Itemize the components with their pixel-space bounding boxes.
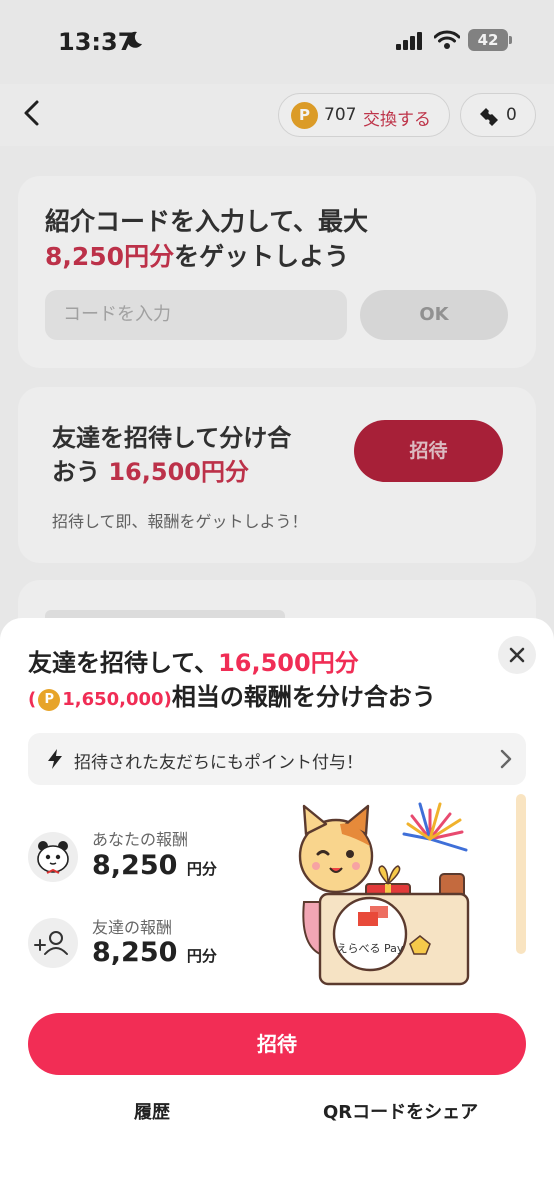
your-reward-label: あなたの報酬	[92, 830, 189, 849]
history-link[interactable]: 履歴	[134, 1098, 170, 1124]
notice-banner[interactable]: 招待された友だちにもポイント付与！	[28, 733, 526, 785]
pay-logo-text: えらべる Pay	[337, 942, 404, 955]
lightning-icon	[48, 749, 62, 769]
sheet-title-rest: 相当の報酬を分け合おう	[171, 683, 436, 711]
fireworks-icon	[402, 802, 468, 852]
sheet-title-prefix: 友達を招待して、	[28, 649, 219, 677]
paren-open: (	[28, 689, 37, 710]
coin-icon: P	[38, 689, 61, 711]
cat-gift-illustration: えらべる Pay	[298, 794, 526, 986]
qr-share-link[interactable]: QRコードをシェア	[323, 1098, 478, 1124]
sheet-title-amount: 16,500円分	[218, 649, 359, 677]
friend-reward-value: 8,250 円分	[92, 937, 217, 968]
paren-close: )	[163, 689, 172, 710]
your-reward-unit: 円分	[186, 860, 217, 878]
add-friend-icon	[28, 918, 78, 968]
close-button[interactable]	[498, 636, 536, 674]
notice-text: 招待された友だちにもポイント付与！	[74, 753, 363, 773]
your-reward-amount: 8,250	[92, 850, 178, 881]
close-icon	[509, 647, 525, 663]
panda-avatar-icon	[28, 832, 78, 882]
friend-reward-amount: 8,250	[92, 937, 178, 968]
invite-bottom-sheet: 友達を招待して、16,500円分 (P 1,650,000)相当の報酬を分け合おう…	[0, 618, 554, 1200]
friend-reward-unit: 円分	[186, 947, 217, 965]
friend-reward-label: 友達の報酬	[92, 918, 173, 937]
sheet-title: 友達を招待して、16,500円分 (P 1,650,000)相当の報酬を分け合おう	[28, 646, 436, 717]
chevron-right-icon	[500, 749, 512, 769]
your-reward-value: 8,250 円分	[92, 850, 217, 881]
sheet-points-amount: 1,650,000	[62, 689, 164, 710]
invite-button[interactable]: 招待	[28, 1013, 526, 1075]
